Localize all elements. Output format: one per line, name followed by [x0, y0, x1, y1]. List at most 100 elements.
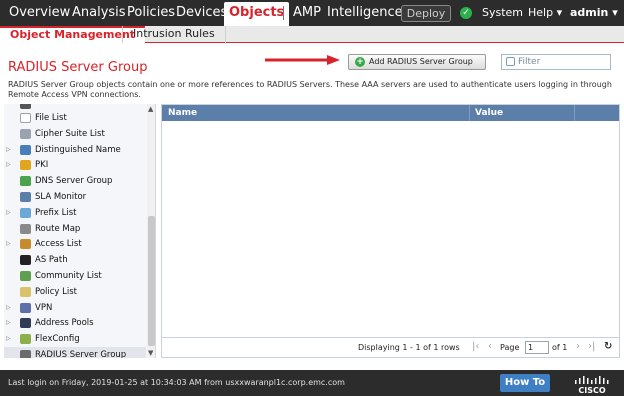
- add-radius-server-group-button[interactable]: + Add RADIUS Server Group: [348, 54, 486, 70]
- sidebar-item-label: Cipher Suite List: [35, 128, 105, 139]
- sidebar-item-vpn[interactable]: ▷ VPN: [4, 300, 146, 316]
- red-arrow-annotation: [265, 55, 340, 65]
- first-page-icon[interactable]: |‹: [472, 341, 479, 353]
- filter-icon: [506, 57, 515, 66]
- scroll-down-icon[interactable]: ▼: [148, 349, 153, 357]
- column-header-name[interactable]: Name: [168, 105, 197, 121]
- sidebar-item-sla-monitor[interactable]: SLA Monitor: [4, 189, 146, 205]
- sidebar-item-community-list[interactable]: Community List: [4, 268, 146, 284]
- objects-table: Name Value Displaying 1 - 1 of 1 rows |‹…: [161, 104, 620, 358]
- sidebar-item-distinguished-name[interactable]: ▷ Distinguished Name: [4, 142, 146, 158]
- sidebar-item-label: Community List: [35, 271, 102, 281]
- page-title: RADIUS Server Group: [8, 60, 148, 75]
- footer-bar: Last login on Friday, 2019-01-25 at 10:3…: [0, 370, 624, 396]
- nav-help[interactable]: Help ▾: [528, 0, 562, 26]
- sidebar-item-label: AS Path: [35, 255, 68, 266]
- add-plus-icon: +: [355, 57, 365, 67]
- sidebar-item-label: Access List: [35, 239, 82, 250]
- sidebar-item-label: Policy List: [35, 286, 78, 297]
- tree-expand-icon[interactable]: ▷: [6, 205, 11, 221]
- deploy-button[interactable]: Deploy: [401, 5, 451, 22]
- nav-devices[interactable]: Devices: [176, 0, 227, 26]
- description-line-1: RADIUS Server Group objects contain one …: [8, 80, 612, 89]
- nav-amp[interactable]: AMP: [293, 0, 321, 26]
- nav-overview[interactable]: Overview: [9, 0, 70, 26]
- sla-monitor-icon: [20, 192, 31, 202]
- sidebar-item-policy-list[interactable]: Policy List: [4, 284, 146, 300]
- prev-page-icon[interactable]: ‹: [488, 341, 492, 353]
- sidebar-item-label: SLA Monitor: [35, 192, 87, 202]
- route-map-icon: [20, 223, 31, 234]
- tree-expand-icon[interactable]: ▷: [6, 142, 11, 158]
- table-pager: Displaying 1 - 1 of 1 rows |‹ ‹ Page 1 o…: [162, 337, 619, 357]
- system-status-icon[interactable]: ✓: [460, 7, 472, 19]
- sidebar-item-label: RADIUS Server Group: [35, 350, 127, 358]
- sidebar-item-label: Route Map: [35, 223, 81, 234]
- nav-objects[interactable]: Objects: [224, 2, 290, 26]
- sidebar-item-as-path[interactable]: AS Path: [4, 252, 146, 268]
- nav-policies[interactable]: Policies: [127, 0, 175, 26]
- partial-item-icon: [20, 104, 31, 109]
- sidebar-item-cipher-suite-list[interactable]: Cipher Suite List: [4, 126, 146, 142]
- sidebar-item-address-pools[interactable]: ▷ Address Pools: [4, 315, 146, 331]
- nav-intelligence[interactable]: Intelligence: [327, 0, 403, 26]
- sidebar-item-pki[interactable]: ▷ PKI: [4, 157, 146, 173]
- filter-placeholder: Filter: [518, 57, 541, 67]
- tree-expand-icon[interactable]: ▷: [6, 315, 11, 331]
- tree-expand-icon[interactable]: ▷: [6, 331, 11, 347]
- top-navigation-bar: Overview Analysis Policies Devices Objec…: [0, 0, 624, 26]
- sidebar-item-access-list[interactable]: ▷ Access List: [4, 236, 146, 252]
- nav-system[interactable]: System: [482, 0, 523, 26]
- page-number-input[interactable]: 1: [525, 341, 549, 354]
- sidebar-item-label: Distinguished Name: [35, 144, 121, 155]
- sidebar-item-route-map[interactable]: Route Map: [4, 221, 146, 237]
- sub-navigation: Object Management Intrusion Rules: [0, 26, 624, 43]
- cipher-suite-icon: [20, 128, 31, 139]
- nav-analysis[interactable]: Analysis: [72, 0, 126, 26]
- sidebar-item-flexconfig[interactable]: ▷ FlexConfig: [4, 331, 146, 347]
- nav-user-menu[interactable]: admin ▾: [570, 0, 618, 26]
- filter-input[interactable]: Filter: [501, 54, 611, 70]
- pki-key-icon: [20, 160, 31, 171]
- nav-divider: [283, 6, 284, 20]
- last-login-text: Last login on Friday, 2019-01-25 at 10:3…: [8, 378, 345, 387]
- policy-list-icon: [20, 286, 31, 297]
- sidebar-scrollbar[interactable]: ▲ ▼: [147, 104, 155, 358]
- pager-displaying-text: Displaying 1 - 1 of 1 rows: [358, 343, 460, 352]
- sidebar-item-prefix-list[interactable]: ▷ Prefix List: [4, 205, 146, 221]
- sidebar-item-file-list[interactable]: File List: [4, 110, 146, 126]
- description-line-2: Remote Access VPN connections.: [8, 90, 141, 99]
- scrollbar-thumb[interactable]: [148, 216, 155, 346]
- distinguished-name-icon: [20, 144, 31, 155]
- scroll-up-icon[interactable]: ▲: [148, 105, 153, 113]
- column-header-value[interactable]: Value: [475, 105, 503, 121]
- tab-intrusion-rules[interactable]: Intrusion Rules: [122, 26, 226, 43]
- svg-text:CISCO: CISCO: [578, 386, 605, 395]
- add-button-label: Add RADIUS Server Group: [369, 57, 473, 66]
- sidebar-item-label: FlexConfig: [35, 334, 80, 345]
- sidebar-item-label: Address Pools: [35, 318, 94, 329]
- column-divider: [469, 105, 470, 121]
- flexconfig-icon: [20, 334, 31, 345]
- prefix-list-icon: [20, 207, 31, 218]
- page-label: Page: [500, 343, 520, 352]
- how-to-button[interactable]: How To: [500, 374, 550, 392]
- last-page-icon[interactable]: ›|: [588, 341, 595, 353]
- table-header: Name Value: [162, 105, 619, 121]
- column-divider: [574, 105, 575, 121]
- sidebar-item-label: DNS Server Group: [35, 176, 113, 187]
- tree-expand-icon[interactable]: ▷: [6, 300, 11, 316]
- as-path-icon: [20, 255, 31, 266]
- object-types-sidebar: File List Cipher Suite List ▷ Distinguished…: [4, 104, 156, 358]
- sidebar-item-label: Prefix List: [35, 207, 77, 218]
- sidebar-item-dns-server-group[interactable]: DNS Server Group: [4, 173, 146, 189]
- next-page-icon[interactable]: ›: [576, 341, 580, 353]
- cisco-logo-icon: CISCO: [575, 376, 609, 395]
- refresh-icon[interactable]: ↻: [604, 341, 612, 353]
- tree-expand-icon[interactable]: ▷: [6, 157, 11, 173]
- access-list-icon: [20, 239, 31, 250]
- sidebar-item-radius-server-group[interactable]: RADIUS Server Group: [4, 347, 146, 358]
- tree-expand-icon[interactable]: ▷: [6, 236, 11, 252]
- page-description: RADIUS Server Group objects contain one …: [8, 80, 620, 100]
- dns-server-icon: [20, 176, 31, 187]
